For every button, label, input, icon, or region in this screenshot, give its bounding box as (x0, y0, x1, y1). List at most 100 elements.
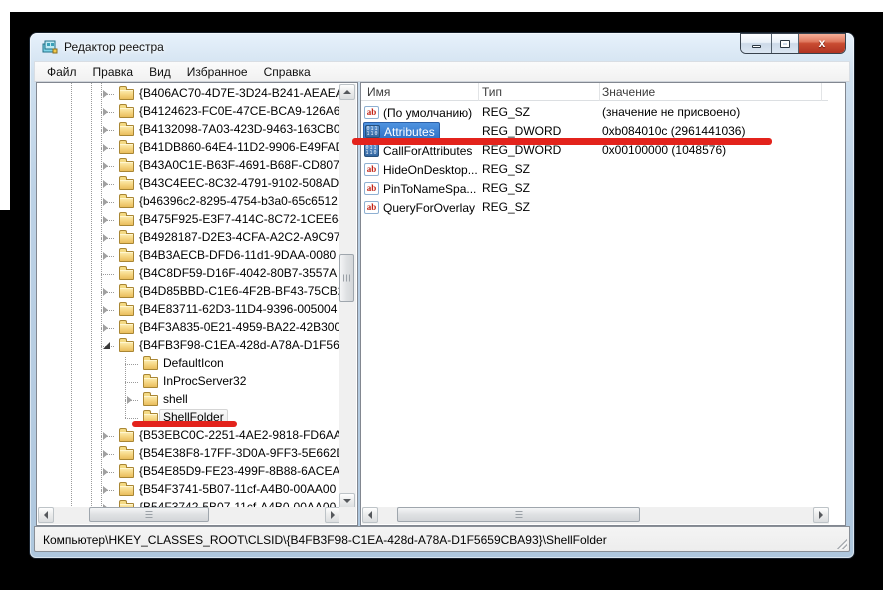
tree-item[interactable]: {B54E38F8-17FF-3D0A-9FF3-5E662D (37, 445, 340, 463)
tree-item-label[interactable]: {B43A0C1E-B63F-4691-B68F-CD807 (139, 158, 340, 172)
column-header-name[interactable]: Имя (367, 85, 390, 99)
tree-item[interactable]: {B43C4EEC-8C32-4791-9102-508AD (37, 175, 340, 193)
expander-collapsed-icon[interactable] (103, 162, 108, 170)
expander-collapsed-icon[interactable] (103, 234, 108, 242)
expander-collapsed-icon[interactable] (103, 324, 108, 332)
tree-item-label[interactable]: {B406AC70-4D7E-3D24-B241-AEAEA (139, 86, 340, 100)
expander-collapsed-icon[interactable] (103, 306, 108, 314)
tree-item-label[interactable]: DefaultIcon (163, 356, 224, 370)
tree-item-label[interactable]: {B4C8DF59-D16F-4042-80B7-3557A (139, 266, 337, 280)
tree-item-label[interactable]: {B475F925-E3F7-414C-8C72-1CEE64 (139, 212, 340, 226)
column-divider[interactable] (478, 83, 479, 101)
tree-item[interactable]: {B4C8DF59-D16F-4042-80B7-3557A (37, 265, 340, 283)
menu-item[interactable]: Файл (39, 63, 85, 81)
tree-item-label[interactable]: {B4928187-D2E3-4CFA-A2C2-A9C97 (139, 230, 340, 244)
expander-expanded-icon[interactable] (103, 342, 110, 349)
tree-item[interactable]: {B4132098-7A03-423D-9463-163CB0 (37, 121, 340, 139)
scroll-left-button[interactable] (362, 507, 378, 523)
list-header[interactable]: Имя Тип Значение (361, 83, 828, 101)
tree-item[interactable]: {B4D85BBD-C1E6-4F2B-BF43-75CB2 (37, 283, 340, 301)
expander-collapsed-icon[interactable] (103, 90, 108, 98)
column-divider[interactable] (821, 83, 822, 101)
expander-collapsed-icon[interactable] (103, 432, 108, 440)
titlebar[interactable]: Редактор реестра x (30, 33, 854, 61)
tree-item[interactable]: {B53EBC0C-2251-4AE2-9818-FD6AA (37, 427, 340, 445)
expander-collapsed-icon[interactable] (103, 486, 108, 494)
tree-item-label[interactable]: {B54F3741-5B07-11cf-A4B0-00AA00 (139, 482, 336, 496)
tree-item[interactable]: {b46396c2-8295-4754-b3a0-65c6512 (37, 193, 340, 211)
value-name-cell[interactable]: abHideOnDesktop... (363, 160, 482, 179)
tree-item[interactable]: {B43A0C1E-B63F-4691-B68F-CD807 (37, 157, 340, 175)
tree-item[interactable]: {B4F3A835-0E21-4959-BA22-42B300 (37, 319, 340, 337)
tree-item[interactable]: {B4FB3F98-C1EA-428d-A78A-D1F56 (37, 337, 340, 355)
tree-item-label[interactable]: {B54E38F8-17FF-3D0A-9FF3-5E662D (139, 446, 340, 460)
value-row[interactable]: ab(По умолчанию)REG_SZ(значение не присв… (361, 103, 828, 122)
tree-horizontal-scrollbar[interactable] (38, 507, 341, 524)
maximize-button[interactable] (771, 34, 798, 53)
tree-item[interactable]: {B475F925-E3F7-414C-8C72-1CEE64 (37, 211, 340, 229)
menu-item[interactable]: Избранное (179, 63, 256, 81)
close-button[interactable]: x (798, 34, 845, 53)
value-name-cell[interactable]: abPinToNameSpa... (363, 179, 480, 198)
tree-item-label[interactable]: {B54E85D9-FE23-499F-8B88-6ACEA (139, 464, 340, 478)
tree-item-label[interactable]: {B4E83711-62D3-11D4-9396-005004 (139, 302, 337, 316)
menu-item[interactable]: Правка (85, 63, 142, 81)
tree-item[interactable]: {B4E83711-62D3-11D4-9396-005004 (37, 301, 340, 319)
value-row[interactable]: abQueryForOverlayREG_SZ (361, 198, 828, 217)
tree-item-label[interactable]: shell (163, 392, 188, 406)
tree-item[interactable]: {B4124623-FC0E-47CE-BCA9-126A6 (37, 103, 340, 121)
value-name[interactable]: (По умолчанию) (383, 106, 472, 120)
scroll-left-button[interactable] (38, 507, 54, 523)
tree-item[interactable]: {B54F3741-5B07-11cf-A4B0-00AA00 (37, 481, 340, 499)
tree-item-label[interactable]: {b46396c2-8295-4754-b3a0-65c6512 (139, 194, 338, 208)
expander-collapsed-icon[interactable] (103, 198, 108, 206)
tree-item[interactable]: {B4B3AECB-DFD6-11d1-9DAA-0080 (37, 247, 340, 265)
expander-collapsed-icon[interactable] (103, 288, 108, 296)
column-header-value[interactable]: Значение (602, 85, 655, 99)
tree-hscroll-thumb[interactable] (89, 507, 209, 522)
expander-collapsed-icon[interactable] (127, 396, 132, 404)
value-name[interactable]: CallForAttributes (383, 144, 472, 158)
column-divider[interactable] (599, 83, 600, 101)
tree-item-label[interactable]: {B53EBC0C-2251-4AE2-9818-FD6AA (139, 428, 340, 442)
value-name-cell[interactable]: abQueryForOverlay (363, 198, 479, 217)
value-name[interactable]: Attributes (384, 125, 435, 139)
menu-item[interactable]: Вид (141, 63, 179, 81)
value-name[interactable]: QueryForOverlay (383, 201, 475, 215)
tree-item-label[interactable]: {B43C4EEC-8C32-4791-9102-508AD (139, 176, 339, 190)
list-horizontal-scrollbar[interactable] (362, 507, 829, 524)
tree-item-label[interactable]: {B41DB860-64E4-11D2-9906-E49FAD (139, 140, 340, 154)
value-row[interactable]: abPinToNameSpa...REG_SZ (361, 179, 828, 198)
column-header-type[interactable]: Тип (482, 85, 502, 99)
tree-item-label[interactable]: {B4132098-7A03-423D-9463-163CB0 (139, 122, 340, 136)
value-row[interactable]: abHideOnDesktop...REG_SZ (361, 160, 828, 179)
value-name[interactable]: HideOnDesktop... (383, 163, 478, 177)
minimize-button[interactable] (741, 34, 771, 53)
tree-item[interactable]: {B406AC70-4D7E-3D24-B241-AEAEA (37, 85, 340, 103)
expander-collapsed-icon[interactable] (103, 180, 108, 188)
expander-collapsed-icon[interactable] (103, 108, 108, 116)
tree-item-label[interactable]: {B4124623-FC0E-47CE-BCA9-126A6 (139, 104, 340, 118)
tree-item[interactable]: DefaultIcon (37, 355, 340, 373)
expander-collapsed-icon[interactable] (103, 450, 108, 458)
tree-item[interactable]: {B54E85D9-FE23-499F-8B88-6ACEA (37, 463, 340, 481)
expander-collapsed-icon[interactable] (103, 468, 108, 476)
tree-item-label[interactable]: {B4B3AECB-DFD6-11d1-9DAA-0080 (139, 248, 336, 262)
value-name-cell[interactable]: ab(По умолчанию) (363, 103, 476, 122)
expander-collapsed-icon[interactable] (103, 126, 108, 134)
tree-item-label[interactable]: InProcServer32 (163, 374, 246, 388)
tree-vscroll-thumb[interactable] (339, 254, 354, 302)
tree-item-label[interactable]: {B4FB3F98-C1EA-428d-A78A-D1F56 (139, 338, 340, 352)
tree-item[interactable]: InProcServer32 (37, 373, 340, 391)
list-hscroll-thumb[interactable] (397, 507, 640, 522)
scroll-right-button[interactable] (813, 507, 829, 523)
tree-item-label[interactable]: {B4F3A835-0E21-4959-BA22-42B300 (139, 320, 340, 334)
resize-grip-icon[interactable] (835, 537, 847, 549)
scroll-up-button[interactable] (339, 84, 355, 100)
menu-item[interactable]: Справка (256, 63, 319, 81)
tree-vertical-scrollbar[interactable] (339, 84, 356, 509)
expander-collapsed-icon[interactable] (103, 252, 108, 260)
tree-item[interactable]: shell (37, 391, 340, 409)
value-name[interactable]: PinToNameSpa... (383, 182, 476, 196)
tree-item[interactable]: {B4928187-D2E3-4CFA-A2C2-A9C97 (37, 229, 340, 247)
